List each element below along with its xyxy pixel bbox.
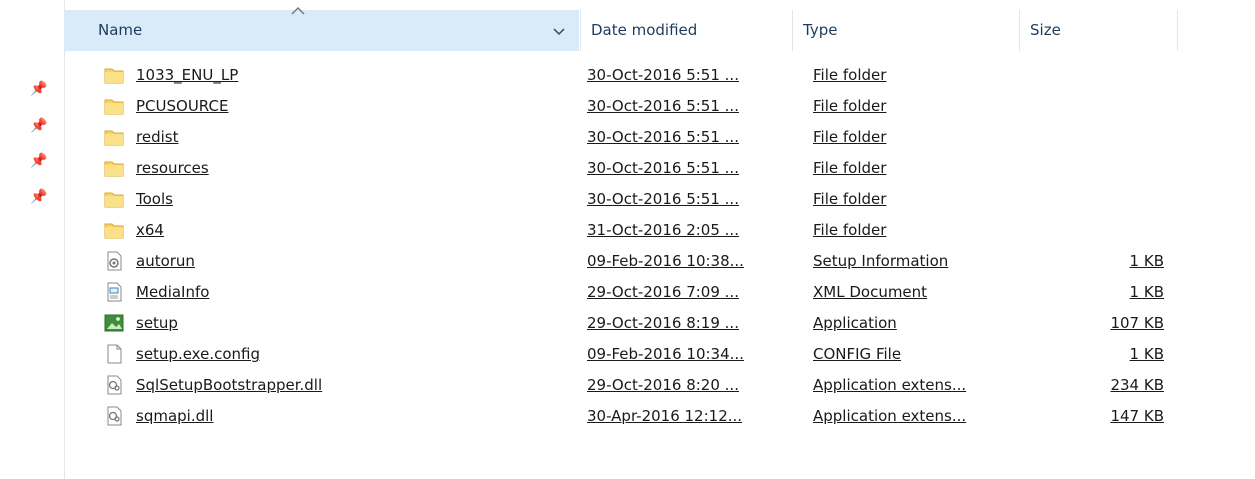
- file-date-modified: 30-Oct-2016 5:51 ...: [587, 97, 739, 115]
- file-size: [1024, 153, 1164, 183]
- file-size: 234 KB: [1110, 376, 1164, 394]
- file-row[interactable]: resources 30-Oct-2016 5:51 ... File folder: [64, 153, 1178, 183]
- column-header-type-label: Type: [803, 21, 838, 39]
- file-size: 1 KB: [1129, 345, 1164, 363]
- pin-icon[interactable]: 📌: [30, 154, 47, 168]
- column-header-name-label: Name: [98, 21, 143, 39]
- file-type: XML Document: [813, 283, 928, 301]
- dll-file-icon: [104, 375, 124, 395]
- file-row[interactable]: MediaInfo 29-Oct-2016 7:09 ... XML Documen…: [64, 277, 1178, 307]
- file-row[interactable]: setup.exe.config 09-Feb-2016 10:34... CONF…: [64, 339, 1178, 369]
- file-type: File folder: [813, 66, 887, 84]
- file-name: 1033_ENU_LP: [136, 66, 239, 84]
- file-size: [1024, 215, 1164, 245]
- file-name: autorun: [136, 252, 195, 270]
- file-name: MediaInfo: [136, 283, 210, 301]
- column-header-date[interactable]: Date modified: [580, 10, 792, 51]
- file-name: resources: [136, 159, 209, 177]
- folder-icon: [104, 158, 124, 178]
- blank-file-icon: [104, 344, 124, 364]
- file-row[interactable]: PCUSOURCE 30-Oct-2016 5:51 ... File folder: [64, 91, 1178, 121]
- pin-icon[interactable]: 📌: [30, 82, 47, 96]
- file-row[interactable]: 1033_ENU_LP 30-Oct-2016 5:51 ... File fold…: [64, 60, 1178, 90]
- file-date-modified: 30-Oct-2016 5:51 ...: [587, 190, 739, 208]
- file-date-modified: 31-Oct-2016 2:05 ...: [587, 221, 739, 239]
- file-date-modified: 29-Oct-2016 8:20 ...: [587, 376, 739, 394]
- setup-information-icon: [104, 251, 124, 271]
- folder-icon: [104, 96, 124, 116]
- column-header-type[interactable]: Type: [792, 10, 1019, 51]
- file-date-modified: 30-Apr-2016 12:12...: [587, 407, 743, 425]
- file-type: File folder: [813, 159, 887, 177]
- file-size: 1 KB: [1129, 252, 1164, 270]
- file-name: Tools: [136, 190, 173, 208]
- xml-document-icon: [104, 282, 124, 302]
- file-name: setup.exe.config: [136, 345, 260, 363]
- file-date-modified: 29-Oct-2016 7:09 ...: [587, 283, 739, 301]
- column-header-date-label: Date modified: [591, 21, 698, 39]
- file-name: redist: [136, 128, 179, 146]
- file-date-modified: 09-Feb-2016 10:38...: [587, 252, 744, 270]
- file-size: [1024, 184, 1164, 214]
- column-header: Name Date modified Type Size: [64, 6, 1255, 51]
- file-type: Setup Information: [813, 252, 949, 270]
- file-size: 107 KB: [1110, 314, 1164, 332]
- file-row[interactable]: redist 30-Oct-2016 5:51 ... File folder: [64, 122, 1178, 152]
- chevron-down-icon[interactable]: [550, 22, 568, 40]
- folder-icon: [104, 127, 124, 147]
- file-name: x64: [136, 221, 164, 239]
- file-size: [1024, 91, 1164, 121]
- folder-icon: [104, 220, 124, 240]
- pin-icon[interactable]: 📌: [30, 190, 47, 204]
- file-type: CONFIG File: [813, 345, 902, 363]
- file-name: sqmapi.dll: [136, 407, 214, 425]
- file-size: 1 KB: [1129, 283, 1164, 301]
- file-date-modified: 09-Feb-2016 10:34...: [587, 345, 744, 363]
- column-header-name[interactable]: Name: [64, 6, 579, 51]
- dll-file-icon: [104, 406, 124, 426]
- folder-icon: [104, 189, 124, 209]
- file-row[interactable]: autorun 09-Feb-2016 10:38... Setup Informa…: [64, 246, 1178, 276]
- file-date-modified: 30-Oct-2016 5:51 ...: [587, 159, 739, 177]
- file-type: Application extens...: [813, 407, 967, 425]
- pin-icon[interactable]: 📌: [30, 119, 47, 133]
- navigation-pane: 📌 📌 📌 📌: [0, 0, 65, 479]
- file-name: setup: [136, 314, 178, 332]
- folder-icon: [104, 65, 124, 85]
- file-name: SqlSetupBootstrapper.dll: [136, 376, 323, 394]
- file-type: File folder: [813, 221, 887, 239]
- file-type: File folder: [813, 128, 887, 146]
- file-size: [1024, 60, 1164, 90]
- file-row[interactable]: setup 29-Oct-2016 8:19 ... Application 107 …: [64, 308, 1178, 338]
- file-row[interactable]: SqlSetupBootstrapper.dll 29-Oct-2016 8:20…: [64, 370, 1178, 400]
- file-date-modified: 30-Oct-2016 5:51 ...: [587, 66, 739, 84]
- column-header-size-label: Size: [1030, 21, 1061, 39]
- file-type: File folder: [813, 190, 887, 208]
- file-row[interactable]: x64 31-Oct-2016 2:05 ... File folder: [64, 215, 1178, 245]
- application-icon: [104, 313, 124, 333]
- file-date-modified: 29-Oct-2016 8:19 ...: [587, 314, 739, 332]
- file-name: PCUSOURCE: [136, 97, 229, 115]
- column-header-size[interactable]: Size: [1019, 10, 1178, 51]
- file-type: File folder: [813, 97, 887, 115]
- file-size: 147 KB: [1110, 407, 1164, 425]
- file-date-modified: 30-Oct-2016 5:51 ...: [587, 128, 739, 146]
- file-type: Application: [813, 314, 897, 332]
- sort-ascending-icon: [291, 6, 305, 15]
- file-row[interactable]: sqmapi.dll 30-Apr-2016 12:12... Applicatio…: [64, 401, 1178, 431]
- file-size: [1024, 122, 1164, 152]
- file-type: Application extens...: [813, 376, 967, 394]
- file-row[interactable]: Tools 30-Oct-2016 5:51 ... File folder: [64, 184, 1178, 214]
